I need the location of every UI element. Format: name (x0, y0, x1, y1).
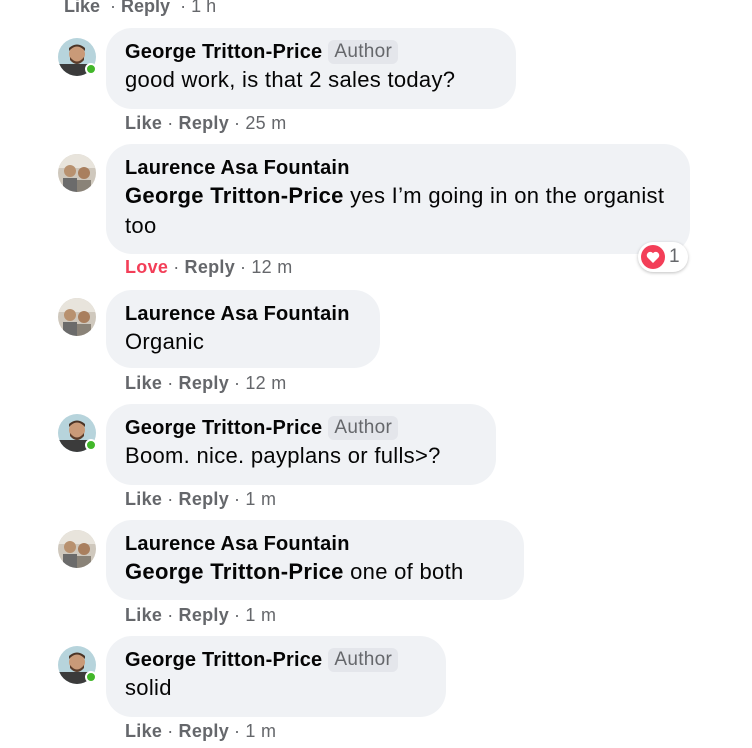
comment-author[interactable]: Laurence Asa Fountain (125, 533, 350, 556)
comment-author[interactable]: George Tritton-Price (125, 41, 322, 64)
timestamp: 1 m (245, 605, 277, 625)
love-button[interactable]: Love (125, 257, 168, 277)
love-reaction-icon (641, 245, 665, 269)
reply-button[interactable]: Reply (185, 257, 236, 277)
comment-author[interactable]: Laurence Asa Fountain (125, 157, 350, 180)
like-button[interactable]: Like (125, 489, 162, 509)
online-status-indicator (85, 671, 97, 683)
timestamp: 1 m (245, 721, 277, 741)
comment-bubble: George Tritton-Price Author solid (106, 636, 446, 717)
mention-link[interactable]: George Tritton-Price (125, 559, 344, 584)
previous-comment-actions: Like · Reply · 1 h (64, 0, 216, 17)
comment-text: solid (125, 675, 172, 700)
author-badge: Author (328, 416, 399, 440)
separator: · (167, 605, 174, 625)
like-button[interactable]: Like (125, 605, 162, 625)
comment-bubble: George Tritton-Price Author Boom. nice. … (106, 404, 496, 485)
separator: · (234, 113, 241, 133)
avatar[interactable] (58, 530, 96, 568)
separator: · (234, 489, 241, 509)
timestamp: 12 m (245, 373, 287, 393)
comment-bubble: Laurence Asa Fountain George Tritton-Pri… (106, 144, 690, 254)
separator: · (173, 257, 180, 277)
like-button[interactable]: Like (64, 0, 100, 16)
comment-author[interactable]: Laurence Asa Fountain (125, 303, 350, 326)
separator: · (167, 373, 174, 393)
reply-button[interactable]: Reply (179, 721, 230, 741)
timestamp: 1 m (245, 489, 277, 509)
reply-button[interactable]: Reply (179, 489, 230, 509)
separator: · (180, 0, 187, 16)
timestamp: 1 h (191, 0, 217, 16)
reply-button[interactable]: Reply (179, 373, 230, 393)
comment-text: Boom. nice. payplans or fulls>? (125, 443, 441, 468)
avatar[interactable] (58, 38, 97, 76)
timestamp: 12 m (251, 257, 293, 277)
reaction-count: 1 (669, 246, 680, 267)
separator: · (234, 373, 241, 393)
like-button[interactable]: Like (125, 373, 162, 393)
comment-actions: Like · Reply · 1 m (125, 489, 276, 510)
comment-text: George Tritton-Price yes I’m going in on… (125, 181, 670, 241)
laurence-avatar-icon (58, 530, 96, 568)
reply-button[interactable]: Reply (121, 0, 170, 16)
separator: · (167, 721, 174, 741)
comment-actions: Love · Reply · 12 m (125, 257, 293, 278)
reaction-summary[interactable]: 1 (638, 242, 688, 272)
laurence-avatar-icon (58, 298, 96, 336)
reply-button[interactable]: Reply (179, 605, 230, 625)
separator: · (167, 489, 174, 509)
comment-bubble: Laurence Asa Fountain George Tritton-Pri… (106, 520, 524, 600)
separator: · (167, 113, 174, 133)
comment-actions: Like · Reply · 25 m (125, 113, 287, 134)
online-status-indicator (85, 63, 97, 75)
avatar[interactable] (58, 154, 96, 192)
online-status-indicator (85, 439, 97, 451)
comment-text: good work, is that 2 sales today? (125, 67, 456, 92)
separator: · (234, 605, 241, 625)
avatar[interactable] (58, 298, 96, 336)
mention-link[interactable]: George Tritton-Price (125, 183, 344, 208)
comment-actions: Like · Reply · 1 m (125, 721, 276, 742)
reply-button[interactable]: Reply (179, 113, 230, 133)
comment-author[interactable]: George Tritton-Price (125, 417, 322, 440)
comment-actions: Like · Reply · 12 m (125, 373, 287, 394)
like-button[interactable]: Like (125, 113, 162, 133)
comment-text: Organic (125, 329, 205, 354)
comment-bubble: George Tritton-Price Author good work, i… (106, 28, 516, 109)
comment-actions: Like · Reply · 1 m (125, 605, 276, 626)
timestamp: 25 m (245, 113, 287, 133)
laurence-avatar-icon (58, 154, 96, 192)
comment-author[interactable]: George Tritton-Price (125, 649, 322, 672)
separator: · (110, 0, 117, 16)
comment-body: one of both (343, 559, 464, 584)
author-badge: Author (328, 648, 399, 672)
avatar[interactable] (58, 646, 97, 684)
comment-bubble: Laurence Asa Fountain Organic (106, 290, 380, 368)
separator: · (240, 257, 247, 277)
author-badge: Author (328, 40, 399, 64)
avatar[interactable] (58, 414, 97, 452)
comment-text: George Tritton-Price one of both (125, 557, 504, 587)
separator: · (234, 721, 241, 741)
like-button[interactable]: Like (125, 721, 162, 741)
